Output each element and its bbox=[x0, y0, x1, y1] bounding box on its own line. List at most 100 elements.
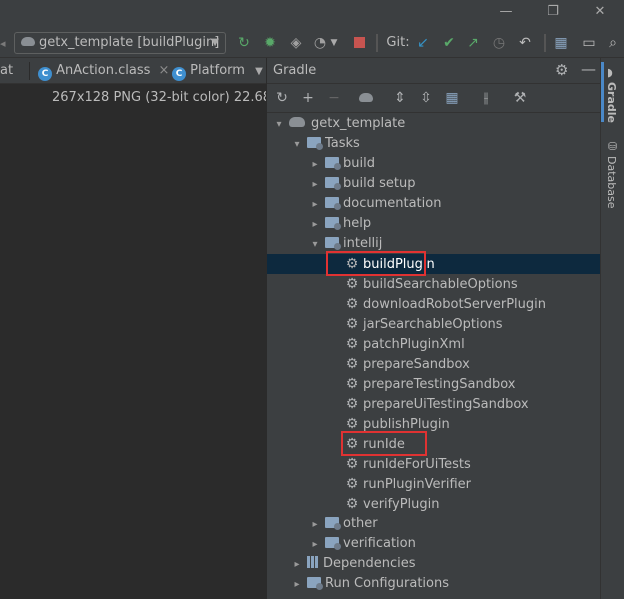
expand-all-icon[interactable]: ⇕ bbox=[391, 89, 409, 107]
add-icon[interactable]: + bbox=[299, 89, 317, 107]
chevron-down-icon[interactable]: ▼ bbox=[255, 66, 263, 77]
folder-icon bbox=[325, 217, 341, 230]
tree-row-label: buildSearchableOptions bbox=[363, 277, 518, 292]
tree-row-label: help bbox=[343, 216, 372, 231]
tree-row-label: intellij bbox=[343, 236, 383, 251]
selected-row-highlight bbox=[267, 254, 603, 274]
right-tool-strip: ◗ Gradle ⛁ Database bbox=[600, 58, 624, 599]
collapsed-arrow-icon[interactable]: ▸ bbox=[309, 515, 321, 535]
toggle-offline-icon[interactable]: ⫲ bbox=[477, 89, 495, 107]
tree-row-label: downloadRobotServerPlugin bbox=[363, 297, 546, 312]
toolbar-overflow-icon[interactable]: ◂ bbox=[0, 36, 8, 52]
gear-icon: ⚙ bbox=[345, 316, 359, 332]
rollback-icon[interactable]: ↶ bbox=[516, 33, 534, 53]
tree-row-runideforuitests[interactable]: ⚙ runIdeForUiTests bbox=[345, 454, 471, 474]
tree-row-run-configurations[interactable]: ▸ Run Configurations bbox=[291, 574, 449, 594]
git-update-icon[interactable]: ↙ bbox=[414, 33, 432, 53]
maximize-icon[interactable]: ❐ bbox=[545, 4, 561, 20]
tab-label: AnAction.class bbox=[56, 63, 151, 78]
expanded-arrow-icon[interactable]: ▾ bbox=[273, 115, 285, 135]
git-label: Git: bbox=[386, 35, 410, 50]
tab-at[interactable]: at bbox=[0, 58, 13, 83]
tree-row-verification[interactable]: ▸ verification bbox=[309, 534, 415, 555]
tab-anaction-class[interactable]: C AnAction.class × bbox=[38, 58, 169, 83]
build-tool-settings-icon[interactable]: ⚒ bbox=[511, 89, 529, 107]
folder-icon bbox=[325, 237, 341, 250]
remove-icon[interactable]: − bbox=[325, 89, 343, 107]
debug-bug-icon[interactable]: ✹ bbox=[260, 33, 280, 53]
tree-row-verifyplugin[interactable]: ⚙ verifyPlugin bbox=[345, 494, 440, 514]
tree-row-label: Tasks bbox=[325, 136, 360, 151]
tree-row-preparesandbox[interactable]: ⚙ prepareSandbox bbox=[345, 354, 470, 374]
tab-platform[interactable]: C Platform ▼ bbox=[172, 58, 263, 83]
history-icon[interactable]: ◷ bbox=[490, 33, 508, 53]
collapsed-arrow-icon[interactable]: ▸ bbox=[309, 215, 321, 235]
tree-row-label: publishPlugin bbox=[363, 417, 450, 432]
coverage-shield-icon[interactable]: ◈ bbox=[286, 33, 306, 53]
tree-row-downloadrobotserverplugin[interactable]: ⚙ downloadRobotServerPlugin bbox=[345, 294, 546, 314]
search-icon[interactable]: ⌕ bbox=[604, 33, 622, 53]
folder-icon bbox=[325, 197, 341, 210]
chevron-down-icon: ▼ bbox=[211, 37, 219, 48]
title-bar: — ❐ ✕ bbox=[0, 0, 624, 26]
collapsed-arrow-icon[interactable]: ▸ bbox=[309, 535, 321, 555]
side-tab-gradle[interactable]: Gradle bbox=[605, 82, 618, 123]
gradle-panel-title: Gradle bbox=[273, 63, 317, 78]
rerun-icon[interactable]: ↻ bbox=[234, 33, 254, 53]
tree-row-label: patchPluginXml bbox=[363, 337, 465, 352]
close-tab-icon[interactable]: × bbox=[159, 63, 170, 78]
collapsed-arrow-icon[interactable]: ▸ bbox=[309, 175, 321, 195]
close-window-icon[interactable]: ✕ bbox=[592, 4, 608, 20]
tree-row-label: Dependencies bbox=[323, 556, 416, 571]
reload-icon[interactable]: ↻ bbox=[273, 89, 291, 107]
git-push-icon[interactable]: ↗ bbox=[464, 33, 482, 53]
run-config-selector[interactable]: getx_template [buildPlugin] ▼ bbox=[14, 32, 226, 54]
tree-row-label: prepareUiTestingSandbox bbox=[363, 397, 529, 412]
profile-icon[interactable]: ◔ bbox=[310, 33, 330, 53]
tree-row-patchpluginxml[interactable]: ⚙ patchPluginXml bbox=[345, 334, 465, 354]
folder-icon bbox=[307, 577, 323, 590]
stop-icon[interactable] bbox=[350, 33, 368, 53]
hide-panel-icon[interactable]: — bbox=[581, 60, 596, 78]
tree-row-getx-template[interactable]: ▾ getx_template bbox=[273, 114, 405, 134]
collapsed-arrow-icon[interactable]: ▸ bbox=[291, 555, 303, 575]
tree-row-preparetestingsandbox[interactable]: ⚙ prepareTestingSandbox bbox=[345, 374, 516, 394]
git-commit-icon[interactable]: ✔ bbox=[440, 33, 458, 53]
toolbar-separator-2 bbox=[544, 34, 546, 52]
expanded-arrow-icon[interactable]: ▾ bbox=[291, 135, 303, 155]
folder-icon bbox=[325, 517, 341, 530]
group-modules-icon[interactable]: ▦ bbox=[443, 89, 461, 107]
folder-icon bbox=[325, 177, 341, 190]
presentation-icon[interactable]: ▭ bbox=[580, 33, 598, 53]
tree-row-build[interactable]: ▸ build bbox=[309, 154, 374, 175]
tree-row-other[interactable]: ▸ other bbox=[309, 514, 377, 535]
tree-row-jarsearchableoptions[interactable]: ⚙ jarSearchableOptions bbox=[345, 314, 503, 334]
tree-row-help[interactable]: ▸ help bbox=[309, 214, 371, 234]
tree-row-build-setup[interactable]: ▸ build setup bbox=[309, 174, 415, 194]
gear-icon: ⚙ bbox=[345, 296, 359, 312]
collapsed-arrow-icon[interactable]: ▸ bbox=[309, 195, 321, 215]
tab-label: Platform bbox=[190, 63, 245, 78]
side-tab-database[interactable]: Database bbox=[605, 156, 618, 209]
collapse-all-icon[interactable]: ⇳ bbox=[417, 89, 435, 107]
tree-row-prepareuitestingsandbox[interactable]: ⚙ prepareUiTestingSandbox bbox=[345, 394, 529, 414]
collapsed-arrow-icon[interactable]: ▸ bbox=[309, 155, 321, 175]
collapsed-arrow-icon[interactable]: ▸ bbox=[291, 575, 303, 595]
tree-row-runpluginverifier[interactable]: ⚙ runPluginVerifier bbox=[345, 474, 471, 494]
profile-dropdown-icon[interactable]: ▼ bbox=[329, 33, 339, 53]
gear-icon: ⚙ bbox=[345, 476, 359, 492]
tree-row-documentation[interactable]: ▸ documentation bbox=[309, 194, 441, 214]
tree-row-label: runPluginVerifier bbox=[363, 477, 471, 492]
folder-icon bbox=[325, 157, 341, 170]
minimize-icon[interactable]: — bbox=[498, 4, 514, 20]
execute-task-icon[interactable] bbox=[357, 89, 375, 107]
tree-row-tasks[interactable]: ▾ Tasks bbox=[291, 134, 360, 155]
project-structure-icon[interactable]: ▦ bbox=[552, 33, 570, 53]
gear-icon[interactable]: ⚙ bbox=[555, 61, 568, 79]
tab-label: at bbox=[0, 63, 14, 78]
tree-row-buildsearchableoptions[interactable]: ⚙ buildSearchableOptions bbox=[345, 274, 518, 294]
gear-icon: ⚙ bbox=[345, 456, 359, 472]
tree-row-dependencies[interactable]: ▸ Dependencies bbox=[291, 554, 416, 574]
expanded-arrow-icon[interactable]: ▾ bbox=[309, 235, 321, 255]
tree-row-label: getx_template bbox=[311, 116, 406, 131]
